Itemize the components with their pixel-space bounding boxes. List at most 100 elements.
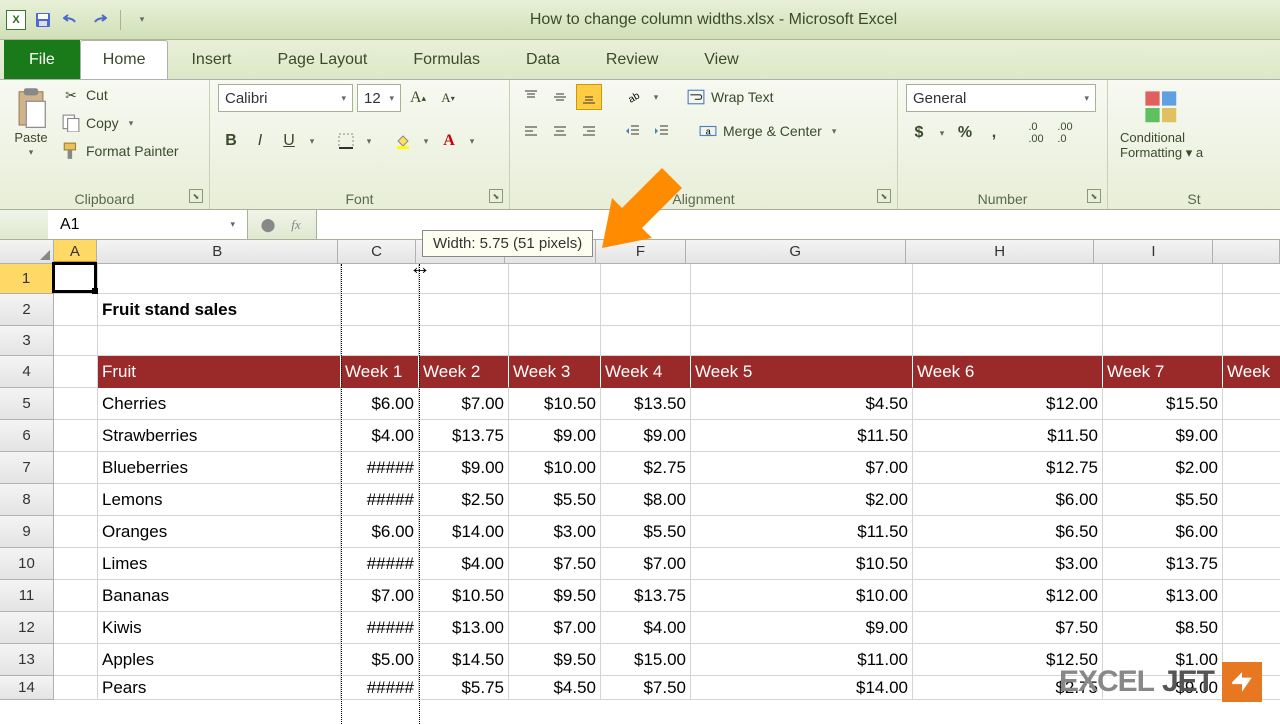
cell[interactable]: $11.50	[691, 516, 913, 548]
cell[interactable]: #####	[341, 676, 419, 700]
cell[interactable]: Bananas	[98, 580, 341, 612]
select-all-corner[interactable]	[0, 240, 54, 263]
cell[interactable]	[54, 264, 98, 294]
number-format-combo[interactable]: General▾	[906, 84, 1096, 112]
cell[interactable]: $10.50	[509, 388, 601, 420]
cell[interactable]	[54, 644, 98, 676]
underline-button[interactable]: U	[276, 128, 302, 154]
cell[interactable]: Fruit stand sales	[98, 294, 341, 326]
cell[interactable]: $4.00	[419, 548, 509, 580]
fx-button[interactable]: fx	[284, 213, 308, 237]
align-left-button[interactable]	[518, 118, 544, 144]
cell[interactable]: $5.50	[1103, 484, 1223, 516]
cell[interactable]	[54, 452, 98, 484]
cell[interactable]	[54, 548, 98, 580]
percent-button[interactable]: %	[952, 120, 978, 146]
cell[interactable]	[54, 388, 98, 420]
cell[interactable]: Kiwis	[98, 612, 341, 644]
cell[interactable]	[1223, 420, 1280, 452]
column-header-G[interactable]: G	[686, 240, 906, 263]
cell[interactable]: $15.50	[1103, 388, 1223, 420]
cell[interactable]: $3.00	[913, 548, 1103, 580]
cell[interactable]	[1223, 548, 1280, 580]
decrease-indent-button[interactable]	[620, 118, 646, 144]
number-launcher[interactable]: ⬊	[1087, 189, 1101, 203]
increase-indent-button[interactable]	[649, 118, 675, 144]
row-header-4[interactable]: 4	[0, 356, 54, 388]
cell[interactable]: Limes	[98, 548, 341, 580]
column-header-A[interactable]: A	[54, 240, 98, 263]
align-bottom-button[interactable]	[576, 84, 602, 110]
cell[interactable]: Blueberries	[98, 452, 341, 484]
cell[interactable]: Week 4	[601, 356, 691, 388]
cell[interactable]: $13.50	[601, 388, 691, 420]
cell[interactable]	[54, 420, 98, 452]
cell[interactable]: $10.00	[691, 580, 913, 612]
cell[interactable]: Week 5	[691, 356, 913, 388]
cell[interactable]: Apples	[98, 644, 341, 676]
cell[interactable]: Cherries	[98, 388, 341, 420]
cell[interactable]	[691, 326, 913, 356]
cell[interactable]	[913, 264, 1103, 294]
align-top-button[interactable]	[518, 84, 544, 110]
cell[interactable]: $5.00	[341, 644, 419, 676]
cell[interactable]	[1103, 294, 1223, 326]
cell[interactable]	[341, 326, 419, 356]
font-size-combo[interactable]: 12▾	[357, 84, 401, 112]
cell[interactable]: $13.00	[1103, 580, 1223, 612]
currency-button[interactable]: $	[906, 120, 932, 146]
cell[interactable]: $10.00	[509, 452, 601, 484]
cell[interactable]: $7.00	[419, 388, 509, 420]
cell[interactable]: Lemons	[98, 484, 341, 516]
cell[interactable]	[1223, 452, 1280, 484]
comma-button[interactable]: ,	[981, 120, 1007, 146]
cell[interactable]	[913, 326, 1103, 356]
cell[interactable]	[54, 612, 98, 644]
orientation-dropdown[interactable]: ▾	[649, 84, 663, 110]
cell[interactable]	[54, 294, 98, 326]
cell[interactable]: $11.00	[691, 644, 913, 676]
orientation-button[interactable]: ab	[620, 84, 646, 110]
cell[interactable]: $6.00	[913, 484, 1103, 516]
cell[interactable]: $13.75	[419, 420, 509, 452]
row-header-3[interactable]: 3	[0, 326, 54, 356]
cell[interactable]: $6.00	[341, 388, 419, 420]
cell[interactable]: #####	[341, 484, 419, 516]
row-header-6[interactable]: 6	[0, 420, 54, 452]
row-header-2[interactable]: 2	[0, 294, 54, 326]
cell[interactable]: $9.00	[691, 612, 913, 644]
tab-formulas[interactable]: Formulas	[390, 40, 503, 79]
font-launcher[interactable]: ⬊	[489, 189, 503, 203]
tab-file[interactable]: File	[4, 40, 80, 79]
cell[interactable]	[1223, 580, 1280, 612]
cell[interactable]	[341, 294, 419, 326]
cell[interactable]: $12.00	[913, 580, 1103, 612]
cell[interactable]: Week 7	[1103, 356, 1223, 388]
cell[interactable]: Week 2	[419, 356, 509, 388]
cell[interactable]: $14.50	[419, 644, 509, 676]
decrease-decimal-button[interactable]: .00.0	[1052, 120, 1078, 146]
cell[interactable]	[98, 264, 341, 294]
column-header-C[interactable]: C	[338, 240, 415, 263]
cell[interactable]: $10.50	[691, 548, 913, 580]
cell[interactable]	[1223, 612, 1280, 644]
cell[interactable]: $8.50	[1103, 612, 1223, 644]
format-painter-button[interactable]: Format Painter	[60, 140, 181, 162]
align-middle-button[interactable]	[547, 84, 573, 110]
cell[interactable]	[419, 294, 509, 326]
cell[interactable]	[509, 264, 601, 294]
row-header-7[interactable]: 7	[0, 452, 54, 484]
cell[interactable]	[54, 676, 98, 700]
border-button[interactable]	[333, 128, 359, 154]
cell[interactable]: $7.50	[509, 548, 601, 580]
cell[interactable]	[601, 326, 691, 356]
cell[interactable]	[54, 326, 98, 356]
cell[interactable]: $9.00	[601, 420, 691, 452]
cell[interactable]	[341, 264, 419, 294]
cell[interactable]: $12.00	[913, 388, 1103, 420]
cell[interactable]: $10.50	[419, 580, 509, 612]
cell[interactable]: Strawberries	[98, 420, 341, 452]
cell[interactable]: $4.00	[601, 612, 691, 644]
qat-customize[interactable]: ▾	[131, 9, 153, 31]
cell[interactable]: $13.75	[1103, 548, 1223, 580]
